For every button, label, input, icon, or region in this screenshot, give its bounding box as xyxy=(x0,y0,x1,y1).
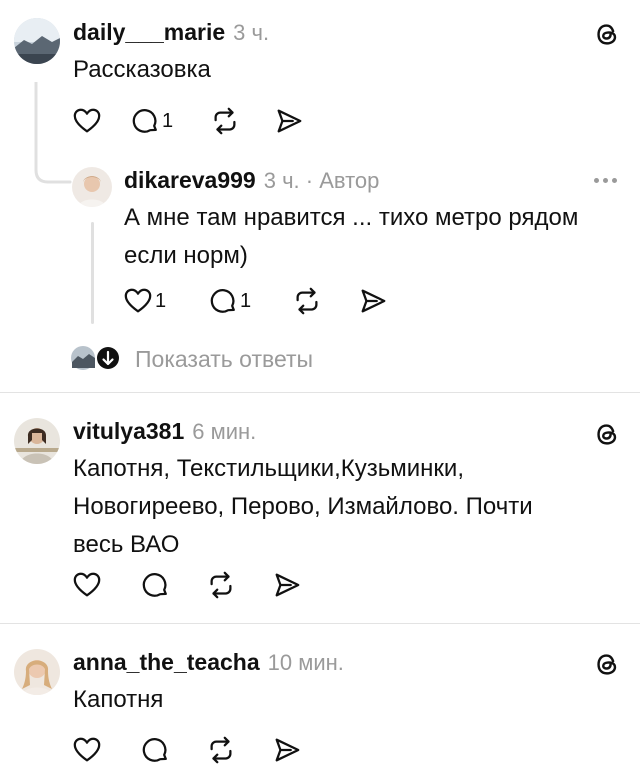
more-dots-icon[interactable] xyxy=(594,178,617,183)
repost-button[interactable] xyxy=(206,733,272,767)
comment-button[interactable]: 1 xyxy=(130,104,210,138)
speech-bubble-icon xyxy=(140,735,170,765)
timestamp: 3 ч. · Автор xyxy=(263,168,380,193)
comment-count: 1 xyxy=(240,289,252,312)
speech-bubble-icon xyxy=(140,570,170,600)
repost-arrows-icon xyxy=(206,570,236,600)
repost-button[interactable] xyxy=(210,104,274,138)
comment-count: 1 xyxy=(162,109,174,132)
like-count: 1 xyxy=(155,289,167,312)
reply-thread-line xyxy=(91,222,94,324)
post-text-line: Новогиреево, Перово, Измайлово. Почти xyxy=(73,493,533,520)
comment-button[interactable] xyxy=(140,568,206,602)
post-actions: 1 xyxy=(72,104,314,138)
post-text: А мне там нравится ... тихо метро рядом … xyxy=(124,199,578,275)
speech-bubble-icon xyxy=(208,286,238,316)
share-button[interactable] xyxy=(358,284,398,318)
post-text-line: Капотня xyxy=(73,686,164,713)
heart-icon xyxy=(72,735,102,765)
divider xyxy=(0,392,640,393)
threads-logo-icon[interactable] xyxy=(592,19,622,49)
post-actions xyxy=(72,733,312,767)
share-button[interactable] xyxy=(274,104,314,138)
share-button[interactable] xyxy=(272,568,312,602)
like-button[interactable] xyxy=(72,104,130,138)
post-text: Капотня, Текстильщики,Кузьминки, Новогир… xyxy=(73,450,533,564)
post-text: Рассказовка xyxy=(73,51,211,89)
repost-button[interactable] xyxy=(206,568,272,602)
post-text-line: А мне там нравится ... тихо метро рядом xyxy=(124,204,579,231)
repost-arrows-icon xyxy=(292,286,322,316)
heart-icon xyxy=(72,106,102,136)
post-text-line: если норм) xyxy=(124,242,248,269)
post-text-line: весь ВАО xyxy=(73,531,180,558)
post-header: daily___marie 3 ч. xyxy=(73,19,269,46)
threads-logo-icon[interactable] xyxy=(592,419,622,449)
comment-button[interactable]: 1 xyxy=(208,284,292,318)
timestamp: 6 мин. xyxy=(192,419,257,444)
post-text: Капотня xyxy=(73,681,163,719)
username[interactable]: dikareva999 xyxy=(124,167,256,194)
avatar[interactable] xyxy=(14,418,60,464)
like-button[interactable]: 1 xyxy=(123,284,208,318)
timestamp: 10 мин. xyxy=(267,650,344,675)
heart-icon xyxy=(123,286,153,316)
post-header: vitulya381 6 мин. xyxy=(73,418,256,445)
share-button[interactable] xyxy=(272,733,312,767)
repost-button[interactable] xyxy=(292,284,358,318)
comment-button[interactable] xyxy=(140,733,206,767)
send-arrow-icon xyxy=(272,570,302,600)
username[interactable]: anna_the_teacha xyxy=(73,649,260,676)
show-replies-link[interactable]: Показать ответы xyxy=(135,346,313,373)
avatar[interactable] xyxy=(72,167,112,207)
post-header: anna_the_teacha 10 мин. xyxy=(73,649,344,676)
thread-connector xyxy=(34,82,72,184)
divider xyxy=(0,623,640,624)
post-text-line: Рассказовка xyxy=(73,56,211,83)
send-arrow-icon xyxy=(358,286,388,316)
avatar[interactable] xyxy=(14,18,60,64)
post-actions: 1 1 xyxy=(123,284,398,318)
like-button[interactable] xyxy=(72,733,140,767)
username[interactable]: daily___marie xyxy=(73,19,225,46)
repost-arrows-icon xyxy=(206,735,236,765)
speech-bubble-icon xyxy=(130,106,160,136)
avatar[interactable] xyxy=(14,649,60,695)
post-text-line: Капотня, Текстильщики,Кузьминки, xyxy=(73,455,465,482)
username[interactable]: vitulya381 xyxy=(73,418,184,445)
repost-arrows-icon xyxy=(210,106,240,136)
threads-logo-icon[interactable] xyxy=(592,649,622,679)
post-header: dikareva999 3 ч. · Автор xyxy=(124,167,379,194)
like-button[interactable] xyxy=(72,568,140,602)
post-actions xyxy=(72,568,312,602)
timestamp: 3 ч. xyxy=(233,20,270,45)
send-arrow-icon xyxy=(272,735,302,765)
show-replies-avatars[interactable] xyxy=(70,344,124,372)
send-arrow-icon xyxy=(274,106,304,136)
heart-icon xyxy=(72,570,102,600)
